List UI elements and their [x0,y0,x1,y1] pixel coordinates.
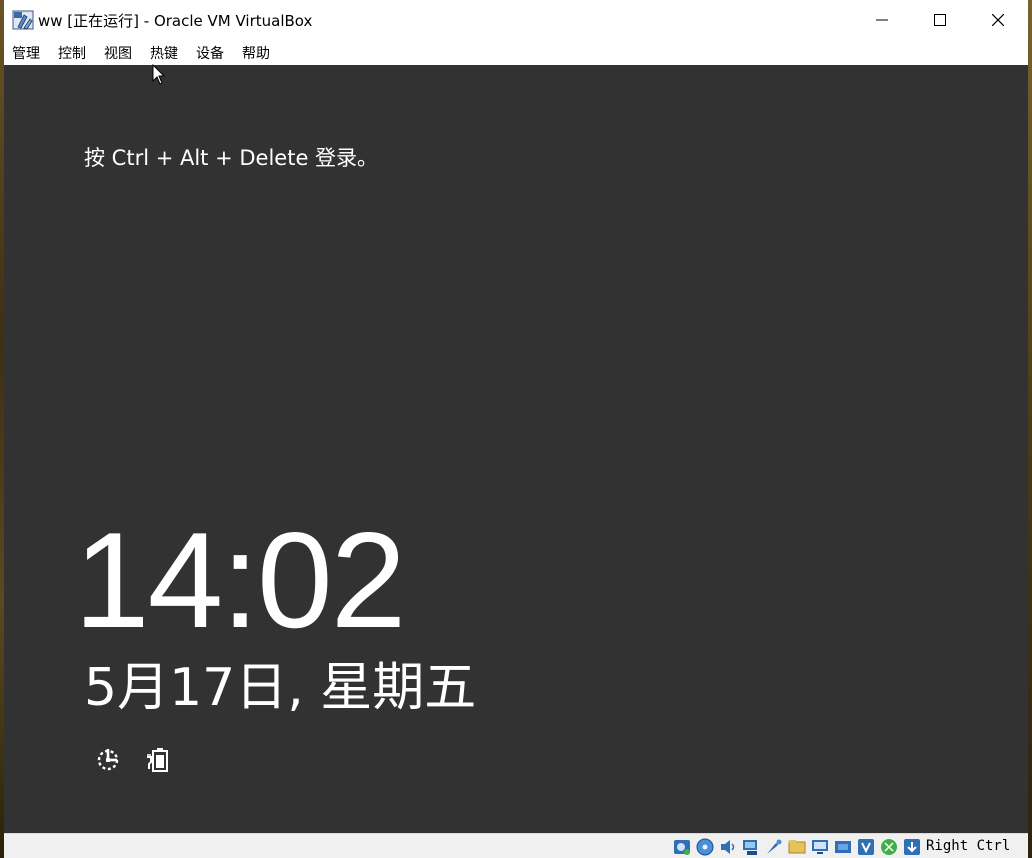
lock-screen-date: 5月17日, 星期五 [84,658,477,718]
device-icons [672,836,925,857]
mouse-integration-icon[interactable] [879,837,899,857]
display-icon[interactable] [810,837,830,857]
virtualization-icon[interactable] [856,837,876,857]
vm-display[interactable]: 按 Ctrl + Alt + Delete 登录。 14:02 5月17日, 星… [4,65,1028,833]
keyboard-capture-icon[interactable] [902,837,922,857]
close-icon [991,11,1005,30]
lock-screen-time: 14:02 [74,504,406,656]
host-key-label: Right Ctrl [926,838,1011,854]
menu-devices[interactable]: 设备 [196,41,232,65]
video-capture-icon[interactable] [833,837,853,857]
battery-icon[interactable] [145,747,171,773]
mouse-cursor-icon [152,63,166,86]
minimize-icon [876,11,888,30]
usb-icon[interactable] [764,837,784,857]
login-hint: 按 Ctrl + Alt + Delete 登录。 [84,146,379,170]
menu-machine[interactable]: 管理 [12,41,48,65]
shared-folders-icon[interactable] [787,837,807,857]
status-bar: Right Ctrl [4,833,1028,858]
virtualbox-icon [12,9,34,31]
hard-disk-icon[interactable] [672,837,692,857]
window-title: ww [正在运行] - Oracle VM VirtualBox [38,12,313,30]
close-button[interactable] [969,0,1027,40]
menu-control[interactable]: 控制 [58,41,94,65]
minimize-button[interactable] [853,0,911,40]
network-adapter-icon[interactable] [741,837,761,857]
virtualbox-window: ww [正在运行] - Oracle VM VirtualBox 管理 控制 视… [4,0,1028,858]
title-bar[interactable]: ww [正在运行] - Oracle VM VirtualBox [4,0,1028,40]
maximize-button[interactable] [911,0,969,40]
audio-icon[interactable] [718,837,738,857]
maximize-icon [934,11,946,30]
menu-view[interactable]: 视图 [104,41,140,65]
menu-hotkeys[interactable]: 热键 [150,41,186,65]
menu-help[interactable]: 帮助 [242,41,278,65]
network-icon[interactable] [95,747,121,773]
desktop-background-right [1028,0,1032,858]
optical-drive-icon[interactable] [695,837,715,857]
menu-bar: 管理 控制 视图 热键 设备 帮助 [4,40,1028,65]
